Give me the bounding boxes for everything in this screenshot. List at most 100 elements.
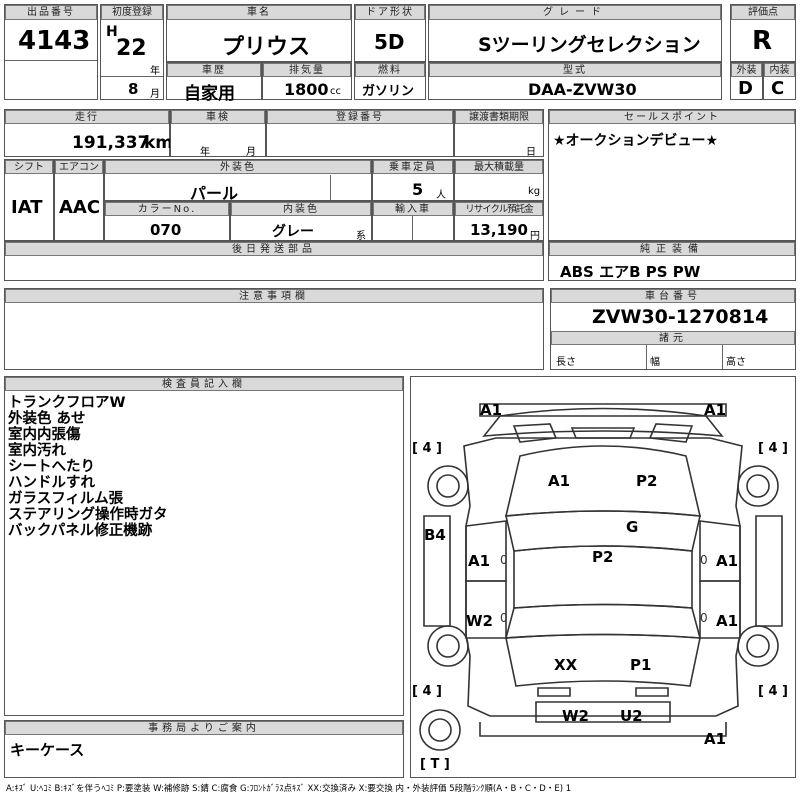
inspector-line: 室内内張傷	[8, 427, 81, 443]
capacity-header: 乗車定員	[373, 160, 453, 174]
sales-point-cell	[548, 109, 796, 241]
inspector-line: 外装色 あせ	[8, 411, 86, 427]
lot-divider	[5, 60, 97, 61]
left-rear-handle: 0	[500, 611, 508, 625]
mileage-unit: km	[144, 133, 174, 153]
transfer-header: 譲渡書類期限	[455, 110, 543, 124]
inspector-header: 検査員記入欄	[5, 377, 403, 391]
max-load-unit: kg	[528, 186, 541, 197]
tire-front-left	[427, 465, 469, 507]
capacity-unit: 人	[436, 190, 446, 201]
import-header: 輸入車	[373, 202, 453, 216]
recycle-value: 13,190	[470, 221, 528, 239]
displacement-value: 1800	[284, 80, 329, 99]
import-divider	[412, 216, 413, 240]
office-value: キーケース	[10, 741, 85, 759]
first-reg-header: 初度登録	[101, 5, 163, 20]
notes-header: 注意事項欄	[5, 289, 543, 303]
int-color-unit: 系	[356, 231, 366, 242]
tire-label-rear-left: [ 4 ]	[412, 684, 442, 699]
hood	[504, 445, 702, 517]
ext-color-divider	[330, 175, 331, 200]
mark-trunk-right: P1	[630, 656, 652, 674]
left-front-door	[465, 520, 507, 582]
car-name: プリウス	[222, 35, 311, 60]
score-header: 評価点	[731, 5, 795, 20]
tire-rear-left	[427, 625, 469, 667]
history-value: 自家用	[184, 84, 235, 104]
score-value: R	[752, 26, 773, 56]
fuel-header: 燃料	[355, 63, 425, 77]
specs-divider-2	[722, 345, 723, 369]
tire-label-rear-right: [ 4 ]	[758, 684, 788, 699]
inspection-header: 車検	[171, 110, 265, 124]
inspection-month-unit: 月	[246, 147, 256, 158]
first-reg-year: 22	[116, 36, 147, 61]
door-type: 5D	[374, 30, 405, 54]
mark-front-left-corner: A1	[480, 401, 503, 419]
tire-rear-left-inner	[436, 634, 460, 658]
inspector-line: 室内汚れ	[8, 443, 66, 459]
tire-front-right-inner	[746, 474, 770, 498]
aircon-header: エアコン	[55, 160, 103, 174]
mark-hood-left: A1	[548, 472, 571, 490]
mark-front-right-corner: A1	[704, 401, 727, 419]
mark-hood-right: P2	[636, 472, 658, 490]
reg-no-header: 登録番号	[267, 110, 453, 124]
spare-label: [ T ]	[420, 757, 450, 772]
sales-point-header: セールスポイント	[549, 110, 795, 124]
fuel-value: ガソリン	[362, 84, 415, 99]
mileage-header: 走行	[5, 110, 169, 124]
tire-label-front-left: [ 4 ]	[412, 441, 442, 456]
recycle-unit: 円	[530, 231, 540, 242]
spec-width-label: 幅	[650, 357, 660, 368]
left-front-handle: 0	[500, 553, 508, 567]
mark-left-front-door: A1	[468, 552, 491, 570]
color-no-header: カラーNo.	[105, 202, 229, 216]
inspector-line: バックパネル修正機跡	[8, 523, 153, 539]
mark-left-rear-door: W2	[466, 612, 493, 630]
spec-length-label: 長さ	[556, 357, 576, 368]
aircon-value: AAC	[59, 197, 101, 218]
int-grade-header: 内装	[764, 63, 795, 77]
spec-height-label: 高さ	[726, 357, 746, 368]
door-header: ドア形状	[355, 5, 425, 20]
rear-bumper	[535, 701, 671, 723]
car-name-header: 車名	[167, 5, 351, 20]
capacity-value: 5	[412, 180, 424, 199]
trunk	[505, 633, 701, 687]
tire-label-front-right: [ 4 ]	[758, 441, 788, 456]
later-parts-header: 後日発送部品	[5, 242, 543, 256]
auction-sheet: 出品番号 4143 初度登録 H 22 年 8 月 車名 プリウス ドア形状 5…	[0, 0, 800, 800]
mark-trunk-left: XX	[554, 656, 578, 674]
inspector-line: ガラスフィルム張	[8, 491, 124, 507]
equipment-value: ABS エアB PS PW	[560, 263, 701, 281]
rear-lights	[537, 687, 669, 697]
tire-rear-right	[737, 625, 779, 667]
windshield	[505, 510, 701, 552]
shift-header: シフト	[5, 160, 53, 174]
office-header: 事務局よりご案内	[5, 721, 403, 735]
shift-value: IAT	[11, 197, 43, 218]
right-front-handle: 0	[700, 553, 708, 567]
inspector-line: ハンドルすれ	[8, 475, 95, 491]
int-color-value: グレー	[272, 224, 314, 240]
front-hood-outline	[482, 407, 724, 437]
first-reg-year-unit: 年	[150, 66, 160, 77]
color-no-value: 070	[150, 221, 182, 239]
chassis-header: 車台番号	[551, 289, 795, 303]
right-rear-handle: 0	[700, 611, 708, 625]
ext-color-header: 外装色	[105, 160, 371, 174]
sales-point-value: ★オークションデビュー★	[553, 133, 719, 149]
grade-header: グレード	[429, 5, 721, 20]
mark-windshield: G	[626, 518, 639, 536]
int-grade-value: C	[771, 78, 785, 99]
tire-rear-right-inner	[746, 634, 770, 658]
mark-right-rear-door: A1	[716, 612, 739, 630]
mark-roof: P2	[592, 548, 614, 566]
ext-grade-header: 外装	[731, 63, 762, 77]
spare-tire	[419, 709, 461, 751]
transfer-day-unit: 日	[526, 147, 536, 158]
lot-header: 出品番号	[5, 5, 97, 20]
specs-divider-1	[646, 345, 647, 369]
